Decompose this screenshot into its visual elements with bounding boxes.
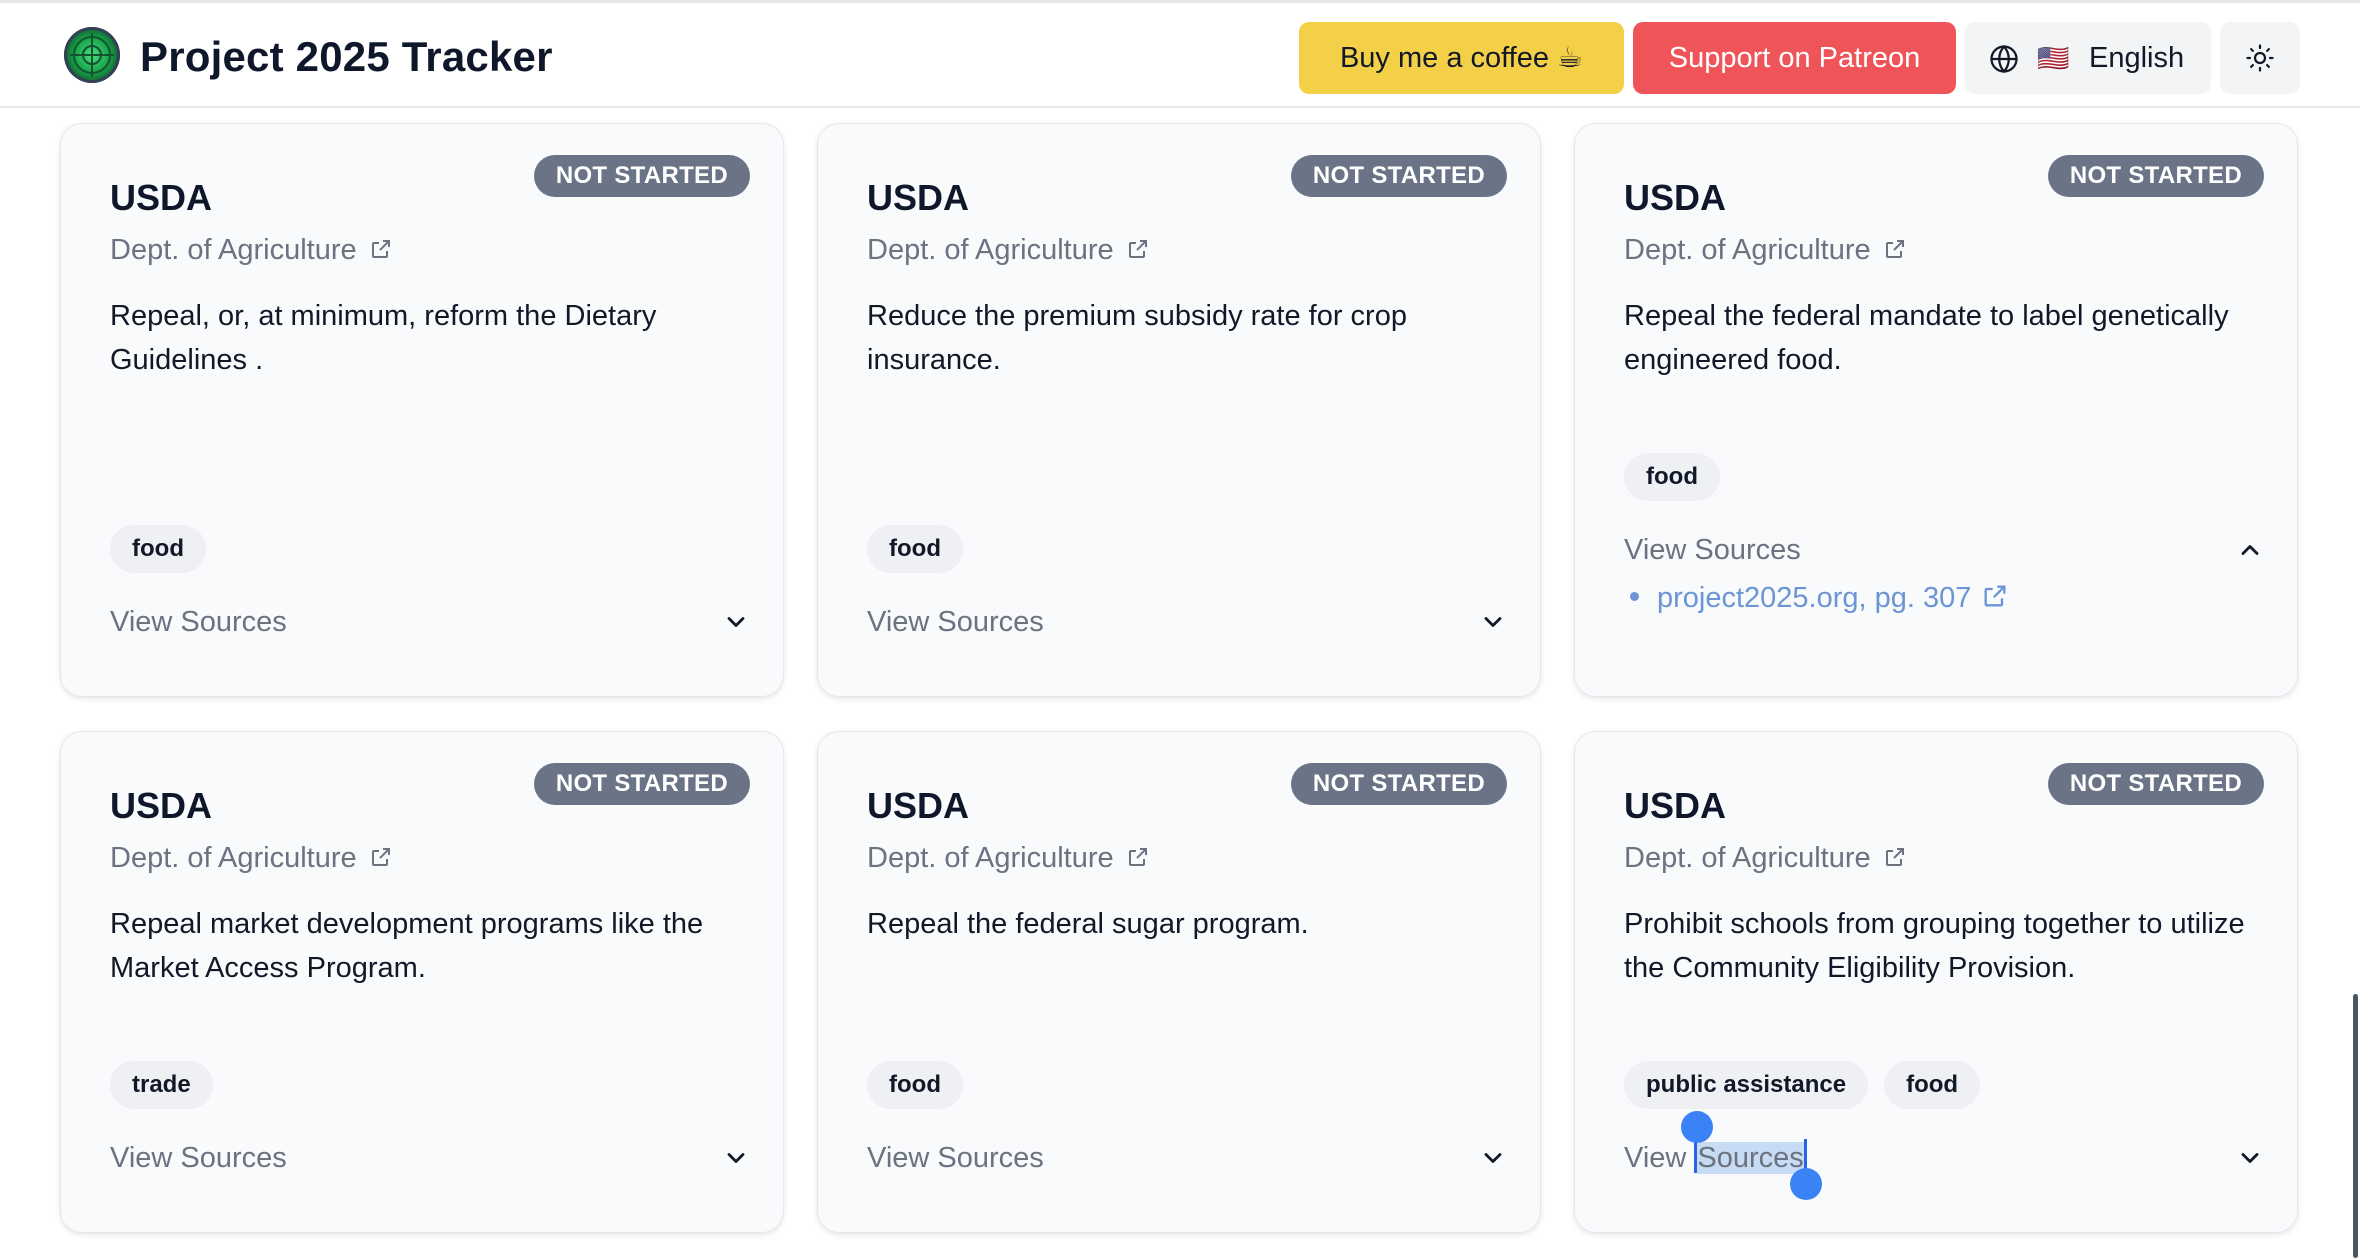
agency-name: USDA (867, 785, 970, 826)
status-badge: NOT STARTED (533, 763, 750, 805)
tag-list: food (1624, 453, 1736, 501)
external-link-icon (1885, 848, 1904, 866)
department-link[interactable]: Dept. of Agriculture (110, 842, 393, 875)
policy-card: USDA NOT STARTED Dept. of Agriculture Re… (1574, 123, 2298, 697)
top-nav-bar: Project 2025 Tracker Buy me a coffee ☕ S… (0, 0, 2360, 108)
view-sources-toggle[interactable]: View Sources (867, 600, 1507, 644)
view-sources-toggle[interactable]: View Sources (110, 1136, 750, 1180)
view-sources-label: View Sources (110, 606, 287, 638)
tag-chip[interactable]: food (1624, 453, 1720, 501)
chevron-down-icon (1484, 1153, 1502, 1163)
tag-list: food (110, 525, 222, 573)
tag-list: food (867, 1061, 979, 1109)
view-sources-toggle[interactable]: View Sources (867, 1136, 1507, 1180)
external-link-icon (1128, 240, 1147, 258)
tag-chip[interactable]: food (867, 525, 963, 573)
department-label: Dept. of Agriculture (867, 234, 1114, 266)
tag-chip[interactable]: food (1884, 1061, 1981, 1109)
scrollbar-thumb[interactable] (2353, 994, 2358, 1258)
view-sources-toggle[interactable]: View Sources (1624, 528, 2264, 572)
department-link[interactable]: Dept. of Agriculture (867, 842, 1150, 875)
department-label: Dept. of Agriculture (867, 842, 1114, 874)
policy-description: Repeal, or, at minimum, reform the Dieta… (110, 300, 657, 376)
status-badge: NOT STARTED (2047, 763, 2264, 805)
us-flag-icon: 🇺🇸 (2037, 43, 2070, 73)
agency-name: USDA (867, 177, 970, 218)
policy-description: Reduce the premium subsidy rate for crop… (867, 300, 1407, 376)
bullet-dot (1630, 592, 1639, 601)
view-sources-label: View Sources (110, 1142, 287, 1174)
policy-card: USDA NOT STARTED Dept. of Agriculture Pr… (1574, 731, 2298, 1233)
radar-logo-icon[interactable] (64, 27, 120, 83)
department-link[interactable]: Dept. of Agriculture (1624, 234, 1907, 267)
department-link[interactable]: Dept. of Agriculture (867, 234, 1150, 267)
chevron-up-icon (2241, 545, 2259, 555)
source-link-label: project2025.org, pg. 307 (1657, 582, 1972, 614)
view-sources-toggle[interactable]: View Sources (110, 600, 750, 644)
policy-description: Repeal market development programs like … (110, 908, 704, 984)
tag-chip[interactable]: food (867, 1061, 963, 1109)
view-sources-label: View Sources (1624, 534, 1801, 566)
department-label: Dept. of Agriculture (1624, 842, 1871, 874)
status-badge: NOT STARTED (1290, 763, 1507, 805)
view-sources-label-start: View (1624, 1142, 1695, 1174)
language-selector-button[interactable]: 🇺🇸 English (1965, 22, 2211, 94)
view-sources-toggle[interactable]: View Sources (1624, 1136, 2264, 1180)
department-label: Dept. of Agriculture (1624, 234, 1871, 266)
external-link-icon (1128, 848, 1147, 866)
department-link[interactable]: Dept. of Agriculture (1624, 842, 1907, 875)
policy-description: Repeal the federal sugar program. (867, 908, 1309, 940)
policy-description: Repeal the federal mandate to label gene… (1624, 300, 2229, 376)
policy-card: USDA NOT STARTED Dept. of Agriculture Re… (60, 123, 784, 697)
policy-card-grid: USDA NOT STARTED Dept. of Agriculture Re… (0, 0, 2360, 1258)
selected-text[interactable]: Sources (1697, 1142, 1804, 1174)
status-badge: NOT STARTED (1290, 155, 1507, 197)
chevron-down-icon (2241, 1153, 2259, 1163)
chevron-down-icon (1484, 617, 1502, 627)
department-label: Dept. of Agriculture (110, 842, 357, 874)
buy-me-a-coffee-button[interactable]: Buy me a coffee ☕ (1299, 22, 1624, 94)
app-title[interactable]: Project 2025 Tracker (140, 29, 553, 85)
external-link-icon (371, 240, 390, 258)
globe-icon (1990, 44, 2018, 74)
sources-list: project2025.org, pg. 307 (1624, 576, 2009, 620)
policy-card: USDA NOT STARTED Dept. of Agriculture Re… (817, 123, 1541, 697)
view-sources-label: View Sources (867, 1142, 1044, 1174)
status-badge: NOT STARTED (2047, 155, 2264, 197)
status-badge: NOT STARTED (533, 155, 750, 197)
policy-description: Prohibit schools from grouping together … (1624, 908, 2245, 984)
department-link[interactable]: Dept. of Agriculture (110, 234, 393, 267)
agency-name: USDA (110, 177, 213, 218)
tag-chip[interactable]: public assistance (1624, 1061, 1869, 1109)
policy-card: USDA NOT STARTED Dept. of Agriculture Re… (60, 731, 784, 1233)
theme-toggle-button[interactable] (2220, 22, 2300, 94)
tag-chip[interactable]: trade (110, 1061, 213, 1109)
support-on-patreon-button[interactable]: Support on Patreon (1633, 22, 1956, 94)
chevron-down-icon (727, 1153, 745, 1163)
sun-icon (2246, 44, 2274, 72)
policy-card: USDA NOT STARTED Dept. of Agriculture Re… (817, 731, 1541, 1233)
external-link-icon (371, 848, 390, 866)
agency-name: USDA (1624, 785, 1727, 826)
chevron-down-icon (727, 617, 745, 627)
tag-list: trade (110, 1061, 229, 1109)
external-link-icon (1984, 585, 2006, 607)
tag-list: public assistance food (1624, 1061, 1996, 1109)
selection-start-handle[interactable] (1681, 1111, 1713, 1143)
view-sources-label: View Sources (867, 606, 1044, 638)
source-link[interactable]: project2025.org, pg. 307 (1624, 576, 2009, 620)
tag-list: food (867, 525, 979, 573)
tag-chip[interactable]: food (110, 525, 206, 573)
external-link-icon (1885, 240, 1904, 258)
agency-name: USDA (1624, 177, 1727, 218)
department-label: Dept. of Agriculture (110, 234, 357, 266)
language-label: English (2089, 42, 2185, 74)
agency-name: USDA (110, 785, 213, 826)
selection-end-handle[interactable] (1790, 1168, 1822, 1200)
